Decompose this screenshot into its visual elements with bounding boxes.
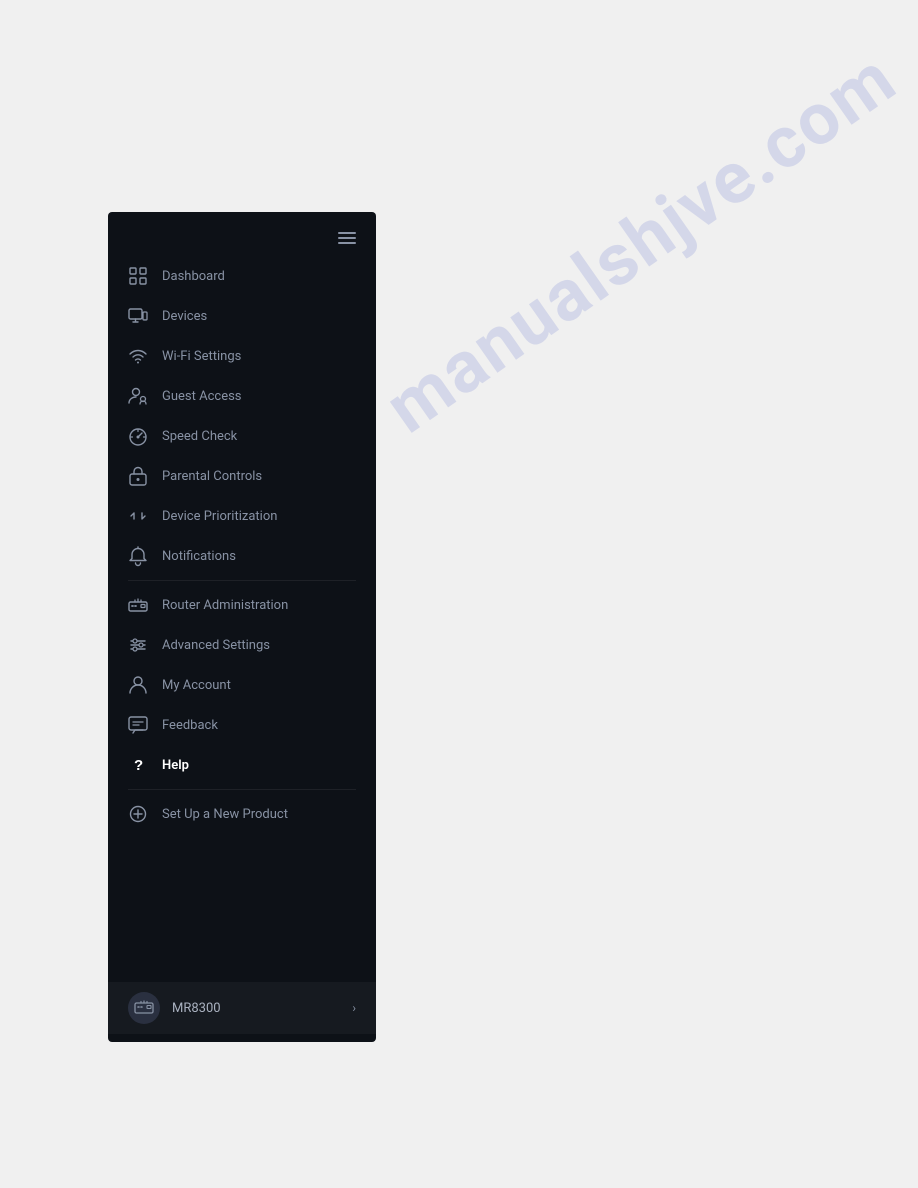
sidebar-item-label-feedback: Feedback — [162, 718, 218, 733]
help-icon: ? — [128, 755, 148, 775]
sidebar-item-feedback[interactable]: Feedback — [108, 705, 376, 745]
nav-divider — [128, 580, 356, 581]
grid-icon — [128, 266, 148, 286]
sidebar-item-label-advanced: Advanced Settings — [162, 638, 270, 653]
sidebar-item-guest-access[interactable]: Guest Access — [108, 376, 376, 416]
sidebar-item-speed-check[interactable]: Speed Check — [108, 416, 376, 456]
sidebar-item-help[interactable]: ? Help — [108, 745, 376, 785]
guest-icon — [128, 386, 148, 406]
sidebar-item-advanced-settings[interactable]: Advanced Settings — [108, 625, 376, 665]
sidebar-item-label-devices: Devices — [162, 309, 207, 324]
sidebar-item-label-account: My Account — [162, 678, 231, 693]
parental-icon — [128, 466, 148, 486]
sidebar-item-setup[interactable]: Set Up a New Product — [108, 794, 376, 834]
add-icon — [128, 804, 148, 824]
sidebar-item-devices[interactable]: Devices — [108, 296, 376, 336]
sidebar-item-router-administration[interactable]: Router Administration — [108, 585, 376, 625]
bell-icon — [128, 546, 148, 566]
sidebar-item-label-setup: Set Up a New Product — [162, 807, 288, 822]
sidebar-item-wifi-settings[interactable]: Wi-Fi Settings — [108, 336, 376, 376]
sidebar-header — [108, 220, 376, 252]
sidebar-item-my-account[interactable]: My Account — [108, 665, 376, 705]
sidebar-item-label-wifi: Wi-Fi Settings — [162, 349, 241, 364]
priority-icon — [128, 506, 148, 526]
settings-icon — [128, 635, 148, 655]
account-icon — [128, 675, 148, 695]
sidebar-item-label-guest: Guest Access — [162, 389, 242, 404]
feedback-icon — [128, 715, 148, 735]
watermark: manualshjve.com — [370, 35, 911, 450]
sidebar-item-label-notifications: Notifications — [162, 549, 236, 564]
nav-divider-2 — [128, 789, 356, 790]
svg-text:?: ? — [134, 757, 143, 774]
router-icon — [128, 595, 148, 615]
sidebar-item-label-priority: Device Prioritization — [162, 509, 277, 524]
device-name: MR8300 — [172, 1001, 340, 1016]
devices-icon — [128, 306, 148, 326]
device-row[interactable]: MR8300 › — [108, 982, 376, 1034]
sidebar-item-label-router-admin: Router Administration — [162, 598, 288, 613]
sidebar-item-label-dashboard: Dashboard — [162, 269, 225, 284]
device-avatar — [128, 992, 160, 1024]
chevron-right-icon: › — [352, 1001, 356, 1015]
sidebar: Dashboard Devices — [108, 212, 376, 1042]
nav-items: Dashboard Devices — [108, 252, 376, 982]
wifi-icon — [128, 346, 148, 366]
sidebar-item-label-help: Help — [162, 758, 189, 773]
sidebar-item-label-parental: Parental Controls — [162, 469, 262, 484]
sidebar-item-dashboard[interactable]: Dashboard — [108, 256, 376, 296]
sidebar-item-notifications[interactable]: Notifications — [108, 536, 376, 576]
sidebar-item-device-prioritization[interactable]: Device Prioritization — [108, 496, 376, 536]
menu-icon[interactable] — [334, 228, 360, 248]
sidebar-item-label-speed: Speed Check — [162, 429, 237, 444]
speed-icon — [128, 426, 148, 446]
sidebar-item-parental-controls[interactable]: Parental Controls — [108, 456, 376, 496]
